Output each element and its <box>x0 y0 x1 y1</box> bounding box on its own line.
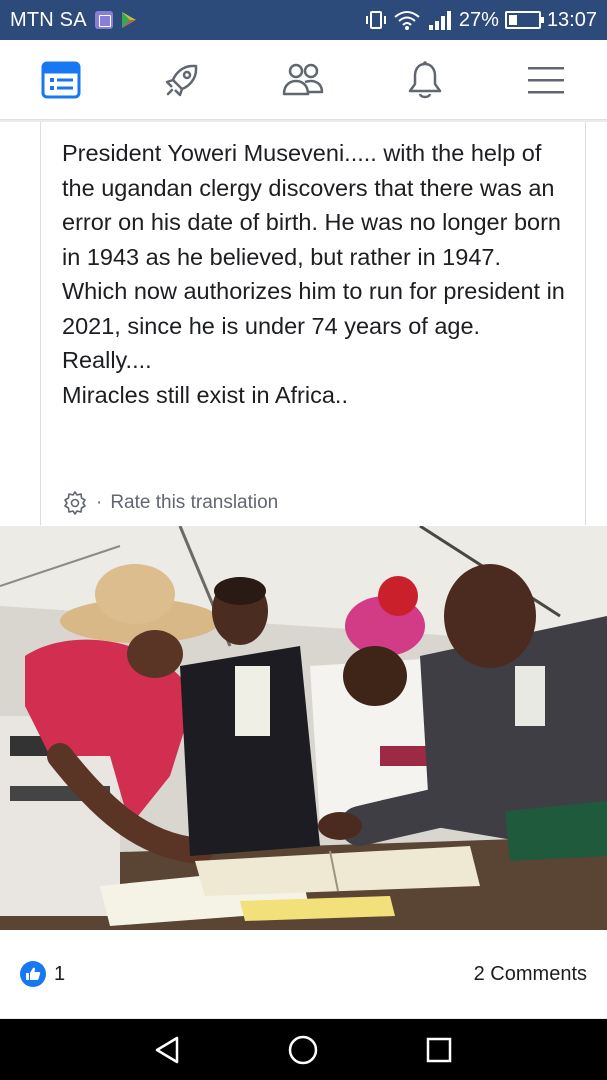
comments-count[interactable]: 2 Comments <box>474 963 587 986</box>
menu-icon <box>528 66 565 93</box>
post-paragraph: Which now authorizes him to run for pres… <box>62 278 565 339</box>
battery-icon <box>504 11 544 29</box>
friends-icon <box>283 63 324 95</box>
android-back-button[interactable] <box>148 1030 188 1070</box>
post-card: President Yoweri Museveni..... with the … <box>0 122 607 1018</box>
rate-translation-link[interactable]: Rate this translation <box>110 492 278 514</box>
signal-icon <box>428 11 451 30</box>
thumbs-up-icon <box>26 967 41 980</box>
android-home-button[interactable] <box>283 1030 323 1070</box>
play-store-icon <box>121 12 136 28</box>
like-count[interactable]: 1 <box>54 963 65 986</box>
reactions-bar: 1 2 Comments <box>0 930 607 1018</box>
status-bar: MTN SA 27% 13:07 <box>0 0 607 40</box>
back-icon <box>155 1036 179 1063</box>
battery-percent: 27% <box>458 8 499 31</box>
notifications-bell-icon <box>408 60 442 98</box>
nav-friends[interactable] <box>273 50 333 110</box>
quote-divider <box>40 122 41 525</box>
post-photo-image <box>0 526 607 930</box>
gear-icon <box>64 491 86 515</box>
post-paragraph: President Yoweri Museveni..... with the … <box>62 140 561 270</box>
carrier-name: MTN SA <box>10 8 87 31</box>
card-border <box>585 122 586 525</box>
post-paragraph: Miracles still exist in Africa.. <box>62 381 348 408</box>
notification-box-icon <box>94 11 113 29</box>
nav-menu[interactable] <box>516 50 576 110</box>
nav-notifications[interactable] <box>395 50 455 110</box>
home-icon <box>289 1035 318 1064</box>
post-paragraph: Really.... <box>62 347 152 373</box>
nav-watch[interactable] <box>152 50 212 110</box>
status-left: MTN SA <box>10 9 137 32</box>
like-badge[interactable] <box>20 961 46 987</box>
wifi-icon <box>394 11 420 30</box>
rocket-icon <box>165 64 198 96</box>
nav-news-feed[interactable] <box>31 50 91 110</box>
android-recents-button[interactable] <box>419 1030 459 1070</box>
translation-separator: · <box>96 492 103 513</box>
clock: 13:07 <box>546 8 597 31</box>
status-right: 27% 13:07 <box>365 9 597 32</box>
recents-icon <box>426 1037 452 1062</box>
vibrate-icon <box>365 11 386 29</box>
translation-row[interactable]: · Rate this translation <box>62 490 278 516</box>
android-navigation-bar <box>0 1019 607 1080</box>
post-text: President Yoweri Museveni..... with the … <box>62 136 572 412</box>
top-navigation <box>0 40 607 120</box>
news-feed-icon <box>41 61 81 98</box>
